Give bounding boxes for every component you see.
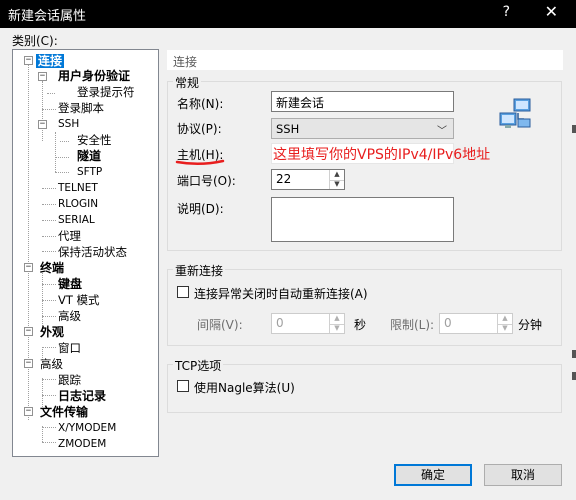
close-button[interactable]: ✕ bbox=[545, 2, 558, 21]
window-title: 新建会话属性 bbox=[8, 9, 87, 24]
protocol-select[interactable]: SSH ﹀ bbox=[271, 118, 454, 139]
tree-expander-connection[interactable]: − bbox=[24, 56, 33, 65]
reconnect-group-title: 重新连接 bbox=[173, 262, 226, 279]
tree-item-zmodem[interactable]: ZMODEM bbox=[58, 437, 106, 451]
nagle-label: 使用Nagle算法(U) bbox=[194, 381, 295, 395]
title-bar: 新建会话属性 ? ✕ bbox=[0, 0, 576, 28]
name-label: 名称(N): bbox=[177, 97, 224, 111]
tree-item-security[interactable]: 安全性 bbox=[77, 133, 112, 147]
interval-unit: 秒 bbox=[354, 318, 367, 332]
tree-item-sftp[interactable]: SFTP bbox=[77, 165, 102, 179]
tree-item-tunnel[interactable]: 隧道 bbox=[77, 149, 101, 163]
tree-item-user-auth[interactable]: 用户身份验证 bbox=[58, 69, 130, 83]
tree-item-rlogin[interactable]: RLOGIN bbox=[58, 197, 98, 211]
reconnect-group: 重新连接 bbox=[167, 262, 562, 346]
category-label: 类别(C): bbox=[12, 34, 58, 48]
ok-button[interactable]: 确定 bbox=[394, 464, 472, 486]
tree-expander-advanced[interactable]: − bbox=[24, 359, 33, 368]
tree-item-keepalive[interactable]: 保持活动状态 bbox=[58, 245, 127, 259]
tree-expander-terminal[interactable]: − bbox=[24, 263, 33, 272]
tree-item-trace[interactable]: 跟踪 bbox=[58, 373, 81, 387]
tree-item-keyboard[interactable]: 键盘 bbox=[58, 277, 82, 291]
description-input[interactable] bbox=[271, 197, 454, 242]
interval-stepper[interactable]: 0 ▲ ▼ bbox=[271, 313, 345, 334]
edge-mark bbox=[572, 372, 576, 380]
limit-value: 0 bbox=[444, 316, 452, 330]
cancel-button[interactable]: 取消 bbox=[484, 464, 562, 486]
tree-expander-auth[interactable]: − bbox=[38, 72, 47, 81]
auto-reconnect-label: 连接异常关闭时自动重新连接(A) bbox=[194, 287, 368, 301]
tree-expander-file-transfer[interactable]: − bbox=[24, 407, 33, 416]
port-value: 22 bbox=[276, 172, 292, 186]
tree-item-window[interactable]: 窗口 bbox=[58, 341, 81, 355]
description-label: 说明(D): bbox=[177, 202, 224, 216]
port-down-icon[interactable]: ▼ bbox=[330, 180, 344, 190]
category-tree[interactable]: − 连接 − 用户身份验证 登录提示符 登录脚本 − SSH 安全性 隧道 SF… bbox=[12, 49, 159, 457]
tree-item-terminal-advanced[interactable]: 高级 bbox=[58, 309, 81, 323]
network-computer-icon bbox=[499, 98, 531, 128]
tree-expander-ssh[interactable]: − bbox=[38, 120, 47, 129]
tree-item-login-script[interactable]: 登录脚本 bbox=[58, 101, 104, 115]
edge-mark bbox=[572, 125, 576, 133]
tree-item-telnet[interactable]: TELNET bbox=[58, 181, 98, 195]
protocol-label: 协议(P): bbox=[177, 122, 222, 136]
tree-item-connection[interactable]: 连接 bbox=[36, 54, 65, 68]
tree-item-login-prompt[interactable]: 登录提示符 bbox=[77, 85, 135, 99]
tree-item-advanced[interactable]: 高级 bbox=[40, 357, 63, 371]
host-annotation: 这里填写你的VPS的IPv4/IPv6地址 bbox=[273, 147, 491, 163]
panel-header-title: 连接 bbox=[173, 55, 198, 69]
nagle-checkbox[interactable] bbox=[177, 380, 189, 392]
port-stepper[interactable]: 22 ▲ ▼ bbox=[271, 169, 345, 190]
tcp-group-title: TCP选项 bbox=[173, 357, 224, 374]
auto-reconnect-checkbox[interactable] bbox=[177, 286, 189, 298]
tree-item-terminal[interactable]: 终端 bbox=[40, 261, 64, 275]
protocol-value: SSH bbox=[276, 122, 300, 136]
tree-item-logging[interactable]: 日志记录 bbox=[58, 389, 106, 403]
interval-down-icon[interactable]: ▼ bbox=[330, 324, 344, 334]
chevron-down-icon: ﹀ bbox=[437, 126, 447, 137]
tree-expander-appearance[interactable]: − bbox=[24, 327, 33, 336]
tree-item-appearance[interactable]: 外观 bbox=[40, 325, 64, 339]
host-underline-mark bbox=[175, 159, 225, 165]
tree-item-file-transfer[interactable]: 文件传输 bbox=[40, 405, 88, 419]
panel-header: 连接 bbox=[167, 50, 563, 70]
tree-item-vt-mode[interactable]: VT 模式 bbox=[58, 293, 100, 307]
interval-value: 0 bbox=[276, 316, 284, 330]
limit-stepper[interactable]: 0 ▲ ▼ bbox=[439, 313, 513, 334]
name-input[interactable]: 新建会话 bbox=[271, 91, 454, 112]
tree-item-xymodem[interactable]: X/YMODEM bbox=[58, 421, 116, 435]
tree-item-proxy[interactable]: 代理 bbox=[58, 229, 81, 243]
interval-label: 间隔(V): bbox=[197, 318, 243, 332]
limit-down-icon[interactable]: ▼ bbox=[498, 324, 512, 334]
edge-mark bbox=[572, 350, 576, 358]
port-label: 端口号(O): bbox=[177, 174, 236, 188]
general-group-title: 常规 bbox=[173, 74, 202, 91]
tree-item-ssh[interactable]: SSH bbox=[58, 117, 79, 131]
limit-unit: 分钟 bbox=[518, 318, 543, 332]
help-button[interactable]: ? bbox=[503, 4, 510, 20]
limit-label: 限制(L): bbox=[390, 318, 435, 332]
tree-item-serial[interactable]: SERIAL bbox=[58, 213, 95, 227]
